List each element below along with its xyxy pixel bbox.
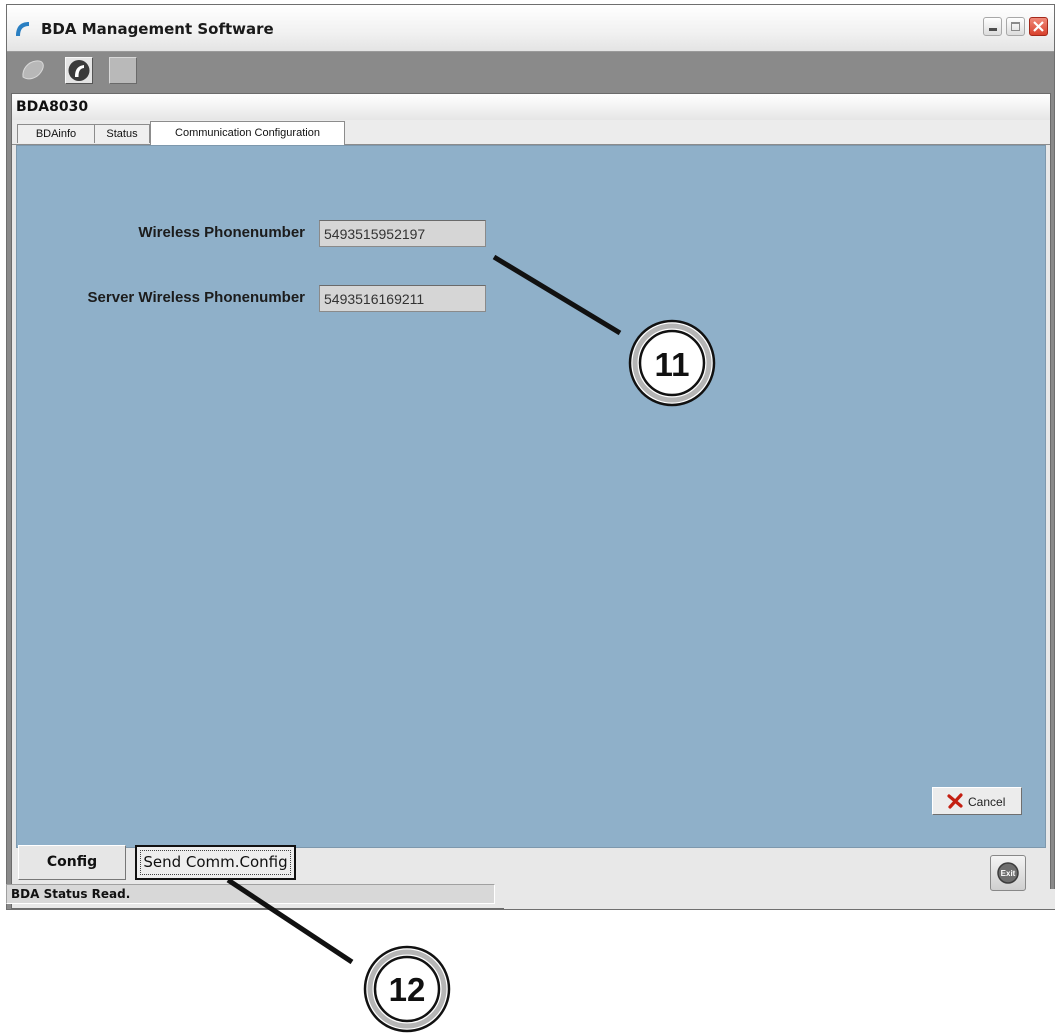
callout-badge-12: 12 <box>363 945 451 1033</box>
configuration-panel: Wireless Phonenumber 5493515952197 Serve… <box>16 145 1046 848</box>
tab-status[interactable]: Status <box>94 124 150 143</box>
status-bar-filler <box>504 889 1055 909</box>
application-window: BDA Management Software BDA8030 BDAinfo … <box>6 4 1055 910</box>
blank-icon[interactable] <box>109 57 137 84</box>
app-logo-icon <box>16 22 29 36</box>
config-button[interactable]: Config <box>18 845 126 880</box>
cancel-label: Cancel <box>968 795 1006 809</box>
title-bar[interactable]: BDA Management Software <box>7 5 1054 52</box>
cancel-button[interactable]: Cancel <box>932 787 1022 815</box>
map-icon[interactable] <box>19 57 47 84</box>
server-wireless-phonenumber-field[interactable]: 5493516169211 <box>319 285 486 312</box>
red-x-icon <box>947 793 963 809</box>
tab-strip: BDAinfo Status Communication Configurati… <box>12 120 1050 145</box>
focus-rectangle <box>140 850 291 875</box>
wireless-phonenumber-label: Wireless Phonenumber <box>138 224 305 241</box>
wireless-phonenumber-field[interactable]: 5493515952197 <box>319 220 486 247</box>
status-text: BDA Status Read. <box>11 887 131 901</box>
child-window-title-bar[interactable]: BDA8030 <box>12 94 1050 121</box>
exit-label: Exit <box>1001 869 1016 878</box>
window-title: BDA Management Software <box>41 20 274 38</box>
child-window: BDA8030 BDAinfo Status Communication Con… <box>11 93 1051 909</box>
exit-icon: Exit <box>997 862 1019 884</box>
tab-communication-configuration[interactable]: Communication Configuration <box>150 121 345 145</box>
callout-number-12: 12 <box>389 971 426 1008</box>
minimize-button[interactable] <box>983 17 1002 36</box>
maximize-button[interactable] <box>1006 17 1025 36</box>
logo-icon[interactable] <box>65 57 93 84</box>
status-bar: BDA Status Read. <box>6 884 495 904</box>
close-button[interactable] <box>1029 17 1048 36</box>
child-window-title: BDA8030 <box>16 99 89 115</box>
toolbar <box>7 52 1054 89</box>
send-comm-config-button[interactable]: Send Comm.Config <box>135 845 296 880</box>
exit-button[interactable]: Exit <box>990 855 1026 891</box>
close-icon <box>1033 21 1044 32</box>
tab-bdainfo[interactable]: BDAinfo <box>17 124 95 143</box>
server-wireless-phonenumber-label: Server Wireless Phonenumber <box>87 289 305 306</box>
